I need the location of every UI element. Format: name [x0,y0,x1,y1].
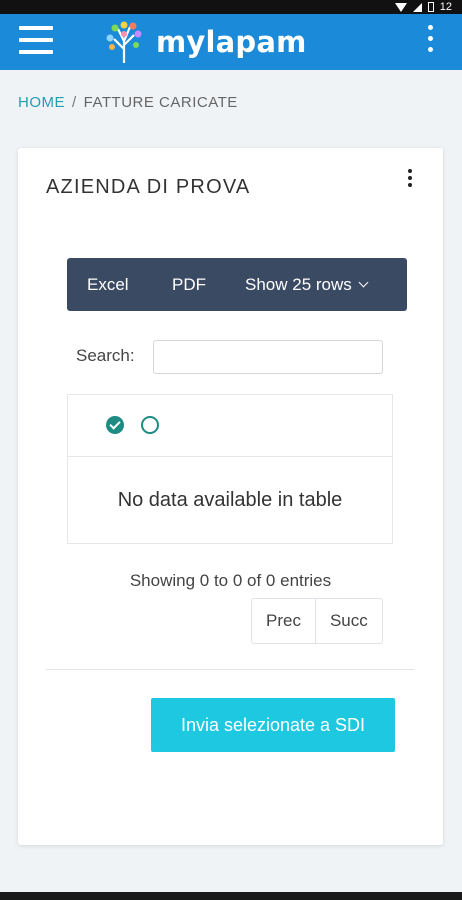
send-to-sdi-button[interactable]: Invia selezionate a SDI [151,698,395,752]
hamburger-icon[interactable] [19,26,53,54]
rows-per-page-label: Show 25 rows [245,274,352,294]
search-input[interactable] [153,340,383,374]
signal-icon [412,2,422,12]
status-bar: 12 [0,0,462,14]
status-time: 12 [439,1,452,13]
breadcrumb-separator: / [72,94,77,111]
breadcrumb: HOME / FATTURE CARICATE [18,94,238,111]
pdf-export-button[interactable]: PDF [172,275,206,295]
more-options-icon[interactable] [422,24,438,54]
company-card: AZIENDA DI PROVA Excel PDF Show 25 rows … [18,148,443,845]
brand[interactable]: mylapam [102,18,307,66]
brand-name: mylapam [156,25,307,59]
card-menu-icon[interactable] [404,168,416,190]
table-empty-message: No data available in table [117,489,343,511]
breadcrumb-home-link[interactable]: HOME [18,94,65,111]
card-title: AZIENDA DI PROVA [46,176,251,198]
app-bar: mylapam [0,14,462,70]
chevron-down-icon [358,277,369,288]
table-header [68,395,392,457]
system-nav-bar [0,892,462,900]
deselect-all-circle-icon[interactable] [141,416,159,434]
table-info: Showing 0 to 0 of 0 entries [129,571,332,590]
export-toolbar: Excel PDF Show 25 rows [67,258,407,311]
breadcrumb-current: FATTURE CARICATE [83,94,238,111]
select-all-check-icon[interactable] [106,416,124,434]
excel-export-button[interactable]: Excel [87,275,129,295]
battery-icon [427,2,434,12]
tree-logo-icon [106,21,142,63]
pagination: Prec Succ [251,598,383,644]
rows-per-page-dropdown[interactable]: Show 25 rows [245,274,369,295]
search-label: Search: [76,346,135,365]
prev-page-button[interactable]: Prec [252,599,315,643]
invoices-table: No data available in table [67,394,393,544]
wifi-icon [394,2,407,12]
next-page-button[interactable]: Succ [314,599,382,643]
divider [46,669,414,670]
